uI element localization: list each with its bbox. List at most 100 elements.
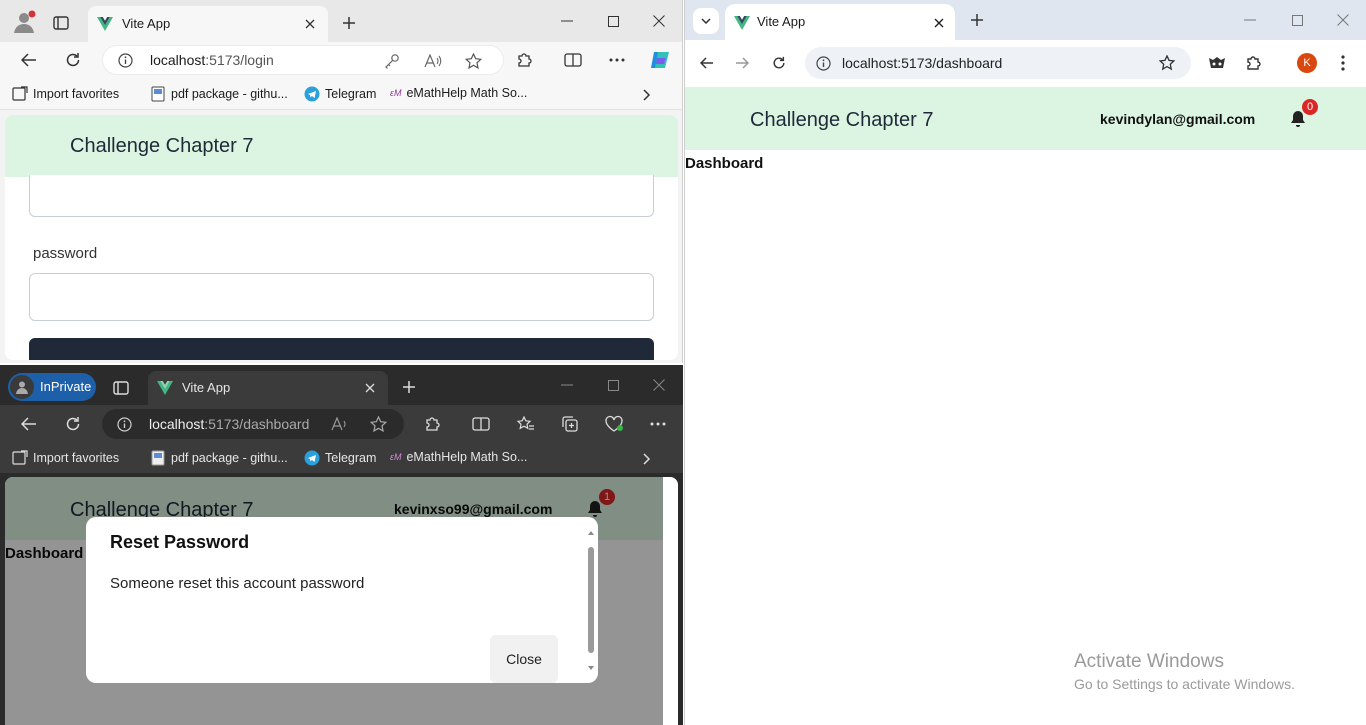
inprivate-browser-window: InPrivate Vite App localhost:5173/dashbo… <box>0 365 683 725</box>
back-icon[interactable] <box>695 51 719 75</box>
close-window-icon[interactable] <box>1332 9 1354 31</box>
modal-scrollbar[interactable] <box>586 523 596 677</box>
login-button[interactable] <box>29 338 654 360</box>
favorites-overflow-icon[interactable] <box>638 86 656 104</box>
bookmark-star-icon[interactable] <box>1157 53 1177 73</box>
user-email: kevindylan@gmail.com <box>1100 111 1256 127</box>
password-label: password <box>33 245 98 262</box>
favorite-pdf-package[interactable]: pdf package - githu... <box>150 450 288 466</box>
tab-actions-icon[interactable] <box>108 375 134 401</box>
reset-password-modal: Reset Password Someone reset this accoun… <box>86 517 598 683</box>
favorite-emathhelp[interactable]: εM eMathHelp Math So... <box>390 450 527 464</box>
emathhelp-icon: εM <box>390 88 402 98</box>
tab-vite-app[interactable]: Vite App <box>725 4 955 42</box>
page-icon <box>151 86 165 102</box>
emathhelp-icon: εM <box>390 452 402 462</box>
read-aloud-icon[interactable] <box>423 52 443 70</box>
favorite-emathhelp[interactable]: εM eMathHelp Math So... <box>390 86 527 100</box>
new-tab-icon[interactable] <box>966 9 988 31</box>
split-screen-icon[interactable] <box>561 49 585 71</box>
back-icon[interactable] <box>17 412 41 436</box>
tab-vite-app[interactable]: Vite App <box>88 6 328 42</box>
dashboard-page: Challenge Chapter 7 kevinxso99@gmail.com… <box>5 477 678 725</box>
import-favorites-icon <box>12 86 28 101</box>
extensions-icon[interactable] <box>513 49 537 71</box>
more-menu-icon[interactable] <box>1331 51 1355 75</box>
collections-icon[interactable] <box>558 413 582 435</box>
extension-icon[interactable] <box>1205 51 1229 75</box>
refresh-icon[interactable] <box>61 412 85 436</box>
favorite-telegram[interactable]: Telegram <box>304 86 376 102</box>
favorite-import[interactable]: Import favorites <box>12 86 119 102</box>
refresh-icon[interactable] <box>767 51 791 75</box>
back-icon[interactable] <box>17 48 41 72</box>
tab-title: Vite App <box>122 16 171 31</box>
extensions-icon[interactable] <box>421 413 445 435</box>
site-info-icon[interactable] <box>116 416 132 432</box>
favorite-import[interactable]: Import favorites <box>12 450 119 466</box>
favorite-pdf-package[interactable]: pdf package - githu... <box>150 86 288 102</box>
omnibox[interactable]: localhost:5173/dashboard <box>805 47 1191 79</box>
new-tab-icon[interactable] <box>398 376 420 398</box>
edge-browser-window: Vite App localhost:5173/login Import fav… <box>0 0 683 363</box>
extensions-icon[interactable] <box>1242 51 1266 75</box>
chrome-browser-window: Vite App localhost:5173/dashboard K Chal… <box>684 0 1366 725</box>
modal-message: Someone reset this account password <box>110 575 365 592</box>
more-menu-icon[interactable] <box>605 49 629 71</box>
app-header: Challenge Chapter 7 kevindylan@gmail.com… <box>685 87 1366 150</box>
page-icon <box>151 450 165 466</box>
tab-close-icon[interactable] <box>360 378 380 398</box>
modal-title: Reset Password <box>110 532 250 552</box>
favorites-overflow-icon[interactable] <box>638 450 656 468</box>
watermark-title: Activate Windows <box>1074 651 1224 672</box>
password-key-icon[interactable] <box>383 52 401 70</box>
activate-windows-watermark: Activate Windows Go to Settings to activ… <box>1074 651 1295 692</box>
address-bar[interactable]: localhost:5173/dashboard <box>102 409 404 439</box>
minimize-icon[interactable] <box>556 374 578 396</box>
tab-vite-app[interactable]: Vite App <box>148 371 388 405</box>
browser-essentials-icon[interactable] <box>602 413 626 435</box>
maximize-icon[interactable] <box>1286 9 1308 31</box>
maximize-icon[interactable] <box>602 374 624 396</box>
copilot-icon[interactable] <box>647 47 673 73</box>
site-info-icon[interactable] <box>813 53 833 73</box>
favorite-star-icon[interactable] <box>368 414 388 434</box>
favorite-telegram[interactable]: Telegram <box>304 450 376 466</box>
address-bar[interactable]: localhost:5173/login <box>102 45 504 75</box>
refresh-icon[interactable] <box>61 48 85 72</box>
profile-avatar-icon[interactable] <box>10 8 38 36</box>
tab-actions-icon[interactable] <box>48 10 74 36</box>
profile-avatar[interactable]: K <box>1297 53 1317 73</box>
minimize-icon[interactable] <box>556 10 578 32</box>
tab-close-icon[interactable] <box>300 14 320 34</box>
site-info-icon[interactable] <box>117 52 133 68</box>
app-title: Challenge Chapter 7 <box>750 109 934 131</box>
tab-close-icon[interactable] <box>929 13 949 33</box>
more-menu-icon[interactable] <box>646 413 670 435</box>
page-scrollbar[interactable] <box>663 477 678 725</box>
url-text: localhost:5173/dashboard <box>149 416 310 432</box>
forward-icon[interactable] <box>730 51 754 75</box>
dashboard-heading: Dashboard <box>685 155 764 172</box>
inprivate-badge[interactable]: InPrivate <box>8 373 96 401</box>
favorites-icon[interactable] <box>514 413 538 435</box>
password-input[interactable] <box>29 273 654 321</box>
inprivate-avatar-icon <box>10 375 34 399</box>
close-window-icon[interactable] <box>648 10 670 32</box>
maximize-icon[interactable] <box>602 10 624 32</box>
notification-badge: 0 <box>1302 99 1318 115</box>
email-input[interactable] <box>29 175 654 217</box>
close-window-icon[interactable] <box>648 374 670 396</box>
minimize-icon[interactable] <box>1239 9 1261 31</box>
new-tab-icon[interactable] <box>338 12 360 34</box>
app-title: Challenge Chapter 7 <box>70 135 254 157</box>
split-screen-icon[interactable] <box>469 413 493 435</box>
vue-logo-icon <box>733 14 751 32</box>
tab-search-icon[interactable] <box>693 8 719 34</box>
read-aloud-icon[interactable] <box>330 415 350 433</box>
watermark-subtitle: Go to Settings to activate Windows. <box>1074 676 1295 692</box>
login-page: Challenge Chapter 7 password <box>5 115 678 360</box>
close-button[interactable]: Close <box>490 635 558 683</box>
favorite-star-icon[interactable] <box>463 51 483 71</box>
app-header: Challenge Chapter 7 <box>5 115 678 177</box>
